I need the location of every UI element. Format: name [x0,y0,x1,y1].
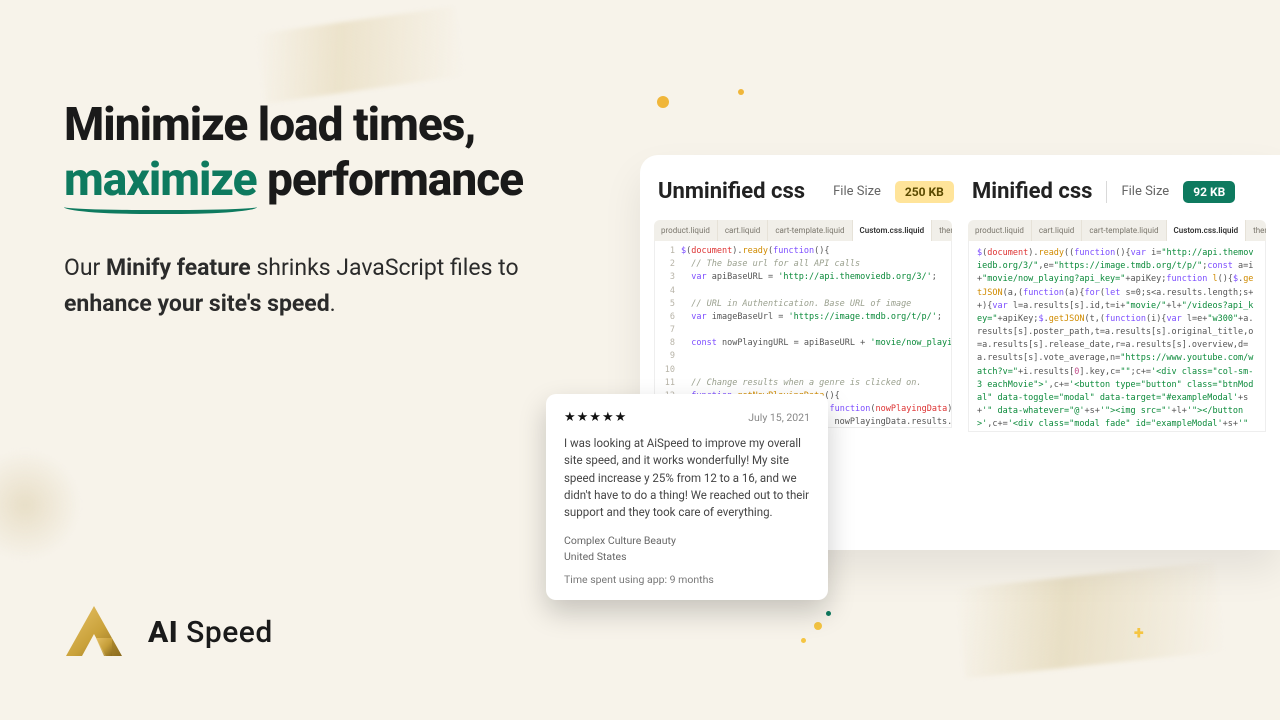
code-line: 10 [657,364,945,377]
code-line: 9 [657,350,945,363]
dot-icon [801,638,806,643]
file-tab[interactable]: Custom.css.liquid [1167,220,1247,241]
sub-bold: enhance your site's speed [64,290,330,317]
dot-icon [826,611,831,616]
subheadline: Our Minify feature shrinks JavaScript fi… [64,250,534,321]
sub-bold: Minify feature [106,254,251,281]
file-tab[interactable]: cart.liquid [718,220,768,241]
logo-text-bold: AI [148,615,178,650]
pane-title: Minified css [972,179,1092,204]
filesize-label: File Size [833,184,881,199]
review-country: United States [564,549,810,565]
code-line: 8 const nowPlayingURL = apiBaseURL + 'mo… [657,337,945,350]
code-line: 5 // URL in Authentication. Base URL of … [657,298,945,311]
dot-icon [657,96,669,108]
review-author: Complex Culture Beauty United States [564,533,810,565]
filesize-badge: 250 KB [895,181,954,203]
sub-text: . [330,290,336,317]
brush-stroke [0,450,80,560]
review-time-spent: Time spent using app: 9 months [564,573,810,586]
file-tab[interactable]: cart.liquid [1032,220,1082,241]
sub-text: shrinks JavaScript files to [251,254,519,281]
pane-minified: Minified css File Size 92 KB product.liq… [968,179,1266,432]
code-line: 6 var imageBaseUrl = 'https://image.tmdb… [657,311,945,324]
review-body: I was looking at AiSpeed to improve my o… [564,435,810,521]
file-tabs: product.liquidcart.liquidcart-template.l… [654,220,952,241]
review-company: Complex Culture Beauty [564,533,810,549]
logo-mark-icon [64,604,124,660]
dot-icon [738,89,744,95]
code-line: 4 [657,285,945,298]
file-tab[interactable]: product.liquid [654,220,718,241]
file-tab[interactable]: cart-template.liquid [1082,220,1166,241]
code-line: 2 // The base url for all API calls [657,258,945,271]
filesize-label: File Size [1121,184,1169,199]
sub-text: Our [64,254,106,281]
brush-stroke [256,6,464,103]
filesize-badge: 92 KB [1183,181,1235,203]
logo-text: AI Speed [148,615,273,650]
plus-icon: + [1134,623,1144,644]
star-rating-icon: ★★★★★ [564,410,627,425]
file-tab[interactable]: cart-template.liquid [768,220,852,241]
code-editor: $(document).ready((function(){var i="htt… [968,241,1266,432]
headline: Minimize load times, maximize performanc… [64,98,624,208]
logo-text-rest: Speed [178,615,273,650]
file-tab[interactable]: Custom.css.liquid [853,220,933,241]
code-line: 1$(document).ready(function(){ [657,245,945,258]
headline-line2-rest: performance [257,153,524,207]
code-line: 3 var apiBaseURL = 'http://api.themovied… [657,271,945,284]
review-card: ★★★★★ July 15, 2021 I was looking at AiS… [546,394,828,600]
dot-icon [814,622,822,630]
brand-logo: AI Speed [64,604,273,660]
review-date: July 15, 2021 [748,411,810,424]
file-tab[interactable]: product.liquid [968,220,1032,241]
code-line: 11 // Change results when a genre is cli… [657,377,945,390]
file-tabs: product.liquidcart.liquidcart-template.l… [968,220,1266,241]
brush-stroke [956,562,1224,679]
divider [1106,181,1107,203]
file-tab[interactable]: theme.liquid [1246,220,1266,241]
headline-line1: Minimize load times, [64,98,475,152]
file-tab[interactable]: theme.liquid [932,220,952,241]
pane-title: Unminified css [658,179,805,204]
code-line: 7 [657,324,945,337]
headline-emphasis: maximize [64,153,257,208]
